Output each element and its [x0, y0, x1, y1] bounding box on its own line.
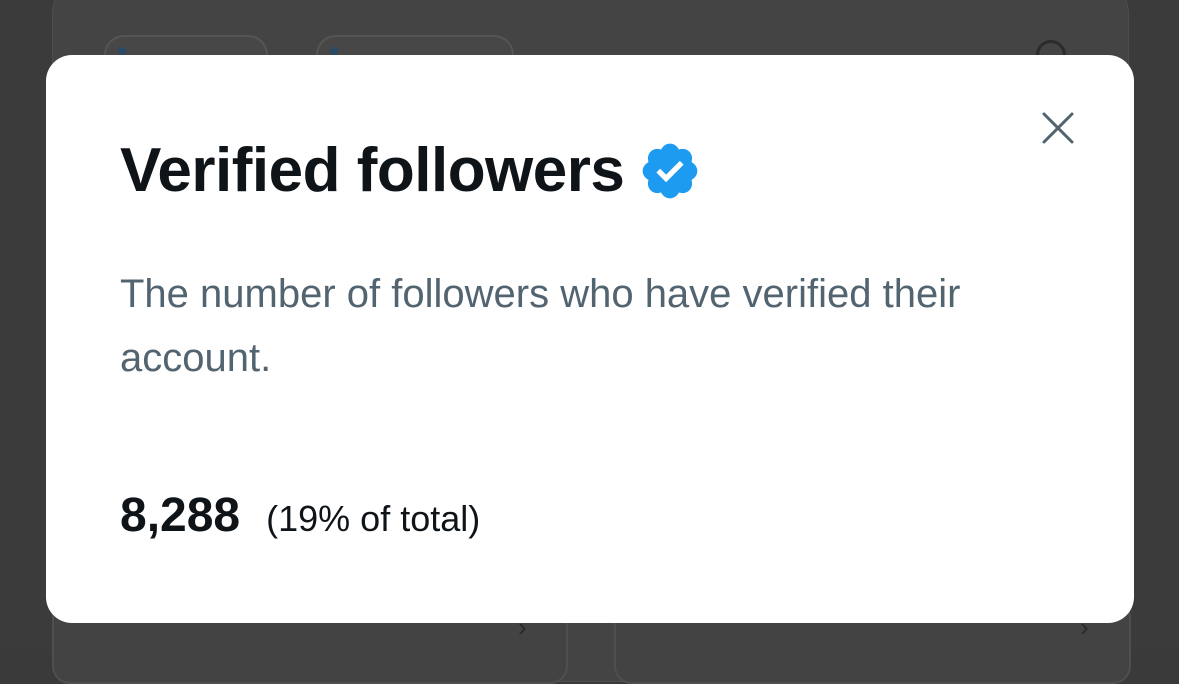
close-icon	[1042, 112, 1074, 144]
stat-value: 8,288	[120, 489, 241, 542]
verified-followers-stat: 8,288 (19% of total)	[120, 488, 480, 543]
stat-percentage: (19% of total)	[266, 498, 481, 539]
dialog-header: Verified followers	[120, 133, 702, 209]
verified-badge-icon	[643, 143, 698, 199]
close-button[interactable]	[1040, 110, 1076, 146]
dialog-title: Verified followers	[120, 136, 625, 205]
dialog-description: The number of followers who have verifie…	[120, 272, 961, 380]
